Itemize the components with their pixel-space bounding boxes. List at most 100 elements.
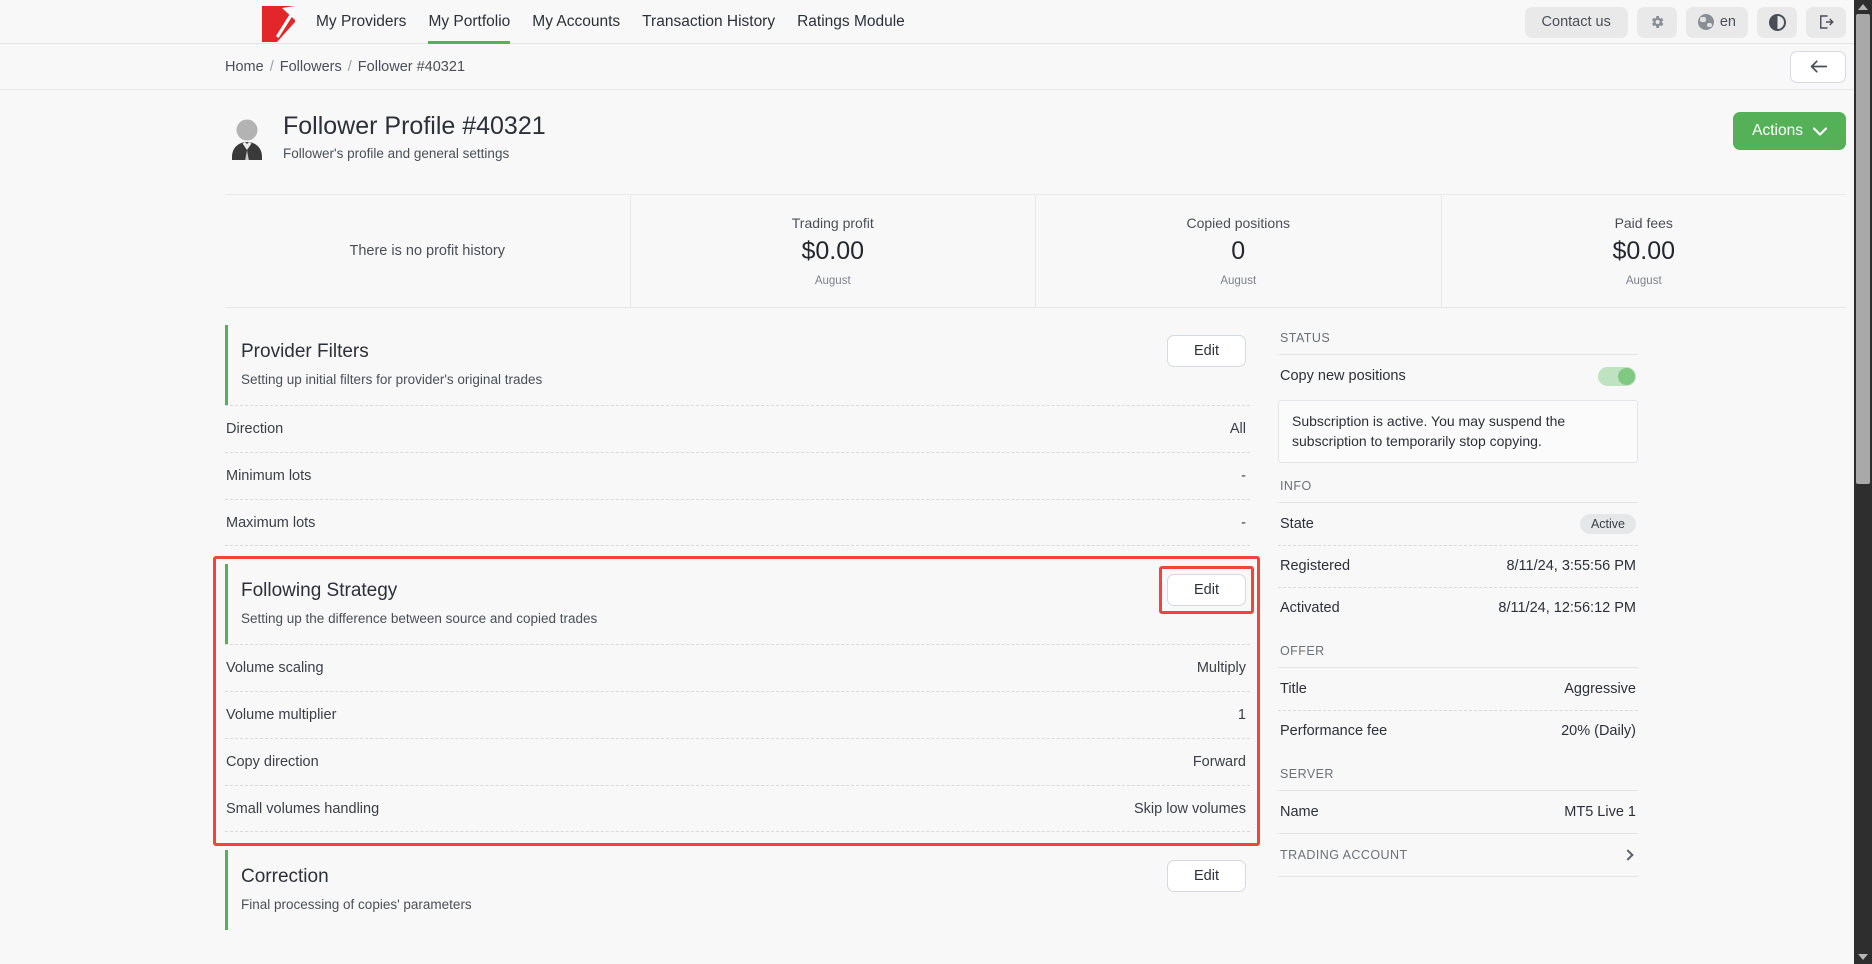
edit-correction-button[interactable]: Edit (1167, 860, 1246, 892)
user-avatar-icon (225, 116, 269, 160)
stats-summary-row: There is no profit history Trading profi… (225, 194, 1846, 308)
edit-following-strategy-button[interactable]: Edit (1167, 574, 1246, 606)
settings-button[interactable] (1636, 6, 1677, 38)
main-nav-links: My Providers My Portfolio My Accounts Tr… (316, 0, 905, 44)
edit-provider-filters-button[interactable]: Edit (1167, 335, 1246, 367)
status-badge: Active (1579, 513, 1636, 534)
row-state: State Active (1278, 503, 1638, 545)
row-key: Copy new positions (1280, 368, 1406, 384)
main-content-column: Provider Filters Setting up initial filt… (213, 325, 1260, 932)
offer-section-label: OFFER (1280, 643, 1325, 658)
row-volume-scaling: Volume scaling Multiply (225, 644, 1250, 691)
section-following-strategy: Following Strategy Setting up the differ… (213, 556, 1260, 846)
breadcrumb-bar: Home / Followers / Follower #40321 (0, 44, 1872, 90)
nav-item-my-accounts[interactable]: My Accounts (532, 0, 620, 44)
row-volume-multiplier: Volume multiplier 1 (225, 691, 1250, 738)
page-subtitle: Follower's profile and general settings (283, 145, 510, 161)
details-sidebar: STATUS Copy new positions Subscription i… (1278, 325, 1638, 932)
breadcrumb-separator: / (269, 58, 274, 75)
stat-label: Paid fees (1614, 215, 1673, 231)
scroll-down-arrow-icon[interactable] (1858, 954, 1868, 960)
copy-new-positions-toggle[interactable] (1598, 366, 1636, 386)
profit-history-empty-message: There is no profit history (349, 243, 506, 259)
theme-toggle-button[interactable] (1757, 6, 1797, 38)
row-value: 8/11/24, 12:56:12 PM (1498, 600, 1636, 617)
breadcrumb-item-home[interactable]: Home (225, 59, 264, 75)
breadcrumb: Home / Followers / Follower #40321 (225, 59, 465, 75)
section-description: Final processing of copies' parameters (241, 897, 472, 912)
nav-left-group: My Providers My Portfolio My Accounts Tr… (262, 0, 905, 44)
actions-button[interactable]: Actions (1733, 112, 1846, 150)
row-small-volumes-handling: Small volumes handling Skip low volumes (225, 785, 1250, 832)
stat-value: $0.00 (1612, 237, 1676, 265)
section-title: Following Strategy (241, 580, 398, 601)
page-title: Follower Profile #40321 (283, 112, 546, 140)
status-section-label: STATUS (1280, 331, 1331, 345)
row-maximum-lots: Maximum lots - (225, 499, 1250, 546)
chevron-down-icon (1813, 126, 1827, 136)
stat-value: 0 (1231, 237, 1246, 265)
row-value: Multiply (1196, 660, 1246, 676)
scroll-up-arrow-icon[interactable] (1858, 4, 1868, 10)
info-section-label: INFO (1280, 478, 1312, 493)
row-offer-title: Title Aggressive (1278, 668, 1638, 710)
page-title-group: Follower Profile #40321 Follower's profi… (283, 112, 546, 161)
row-value: Aggressive (1564, 680, 1636, 697)
stat-period: August (814, 275, 851, 287)
trading-account-link[interactable]: TRADING ACCOUNT (1278, 834, 1638, 876)
breadcrumb-item-followers[interactable]: Followers (280, 59, 342, 75)
row-value: All (1229, 421, 1246, 437)
stat-period: August (1625, 275, 1662, 287)
row-value: 8/11/24, 3:55:56 PM (1506, 558, 1636, 575)
row-registered: Registered 8/11/24, 3:55:56 PM (1278, 544, 1638, 587)
breadcrumb-separator: / (347, 58, 352, 75)
top-navigation-bar: My Providers My Portfolio My Accounts Tr… (0, 0, 1872, 44)
row-key: Copy direction (226, 754, 319, 770)
nav-item-ratings-module[interactable]: Ratings Module (797, 0, 905, 44)
row-value: MT5 Live 1 (1564, 803, 1636, 820)
server-section-label: SERVER (1280, 766, 1334, 781)
page-body: Provider Filters Setting up initial filt… (0, 325, 1872, 932)
section-header: Correction Final processing of copies' p… (225, 850, 1250, 930)
language-label: en (1719, 14, 1736, 30)
row-key: Title (1280, 680, 1307, 697)
scrollbar-thumb[interactable] (1856, 14, 1870, 484)
row-direction: Direction All (225, 405, 1250, 452)
section-title: Correction (241, 866, 329, 887)
brand-logo-icon[interactable] (262, 3, 298, 42)
contrast-icon (1768, 13, 1786, 31)
row-value: 1 (1237, 707, 1246, 723)
row-key: Activated (1280, 600, 1340, 617)
page-scrollbar[interactable] (1854, 0, 1872, 964)
stat-label: Trading profit (791, 215, 874, 231)
trading-account-label: TRADING ACCOUNT (1280, 847, 1408, 862)
nav-item-my-portfolio[interactable]: My Portfolio (428, 0, 511, 44)
row-value: Skip low volumes (1133, 800, 1246, 817)
row-minimum-lots: Minimum lots - (225, 452, 1250, 499)
row-key: Performance fee (1280, 723, 1388, 740)
breadcrumb-item-current: Follower #40321 (357, 58, 466, 75)
row-key: Volume scaling (226, 660, 324, 676)
section-correction: Correction Final processing of copies' p… (225, 850, 1250, 932)
section-description: Setting up initial filters for provider'… (241, 372, 543, 387)
stat-period: August (1220, 275, 1257, 287)
row-key: State (1280, 515, 1314, 532)
section-header: Provider Filters Setting up initial filt… (225, 325, 1250, 405)
gear-icon (1651, 16, 1664, 28)
stat-paid-fees: Paid fees $0.00 August (1440, 195, 1847, 307)
nav-item-my-providers[interactable]: My Providers (316, 0, 406, 44)
contact-us-button[interactable]: Contact us (1524, 6, 1628, 38)
nav-item-transaction-history[interactable]: Transaction History (642, 0, 775, 44)
row-value: 20% (Daily) (1561, 723, 1636, 740)
row-key: Minimum lots (226, 468, 312, 484)
logout-button[interactable] (1806, 6, 1846, 38)
row-server-name: Name MT5 Live 1 (1278, 791, 1638, 833)
row-key: Volume multiplier (226, 707, 337, 723)
row-key: Maximum lots (226, 514, 316, 531)
arrow-left-icon (1810, 60, 1827, 73)
row-key: Direction (226, 421, 284, 437)
language-button[interactable]: en (1685, 6, 1748, 38)
back-button[interactable] (1790, 50, 1846, 83)
page-header: Follower Profile #40321 Follower's profi… (0, 90, 1872, 176)
section-title: Provider Filters (241, 341, 369, 362)
